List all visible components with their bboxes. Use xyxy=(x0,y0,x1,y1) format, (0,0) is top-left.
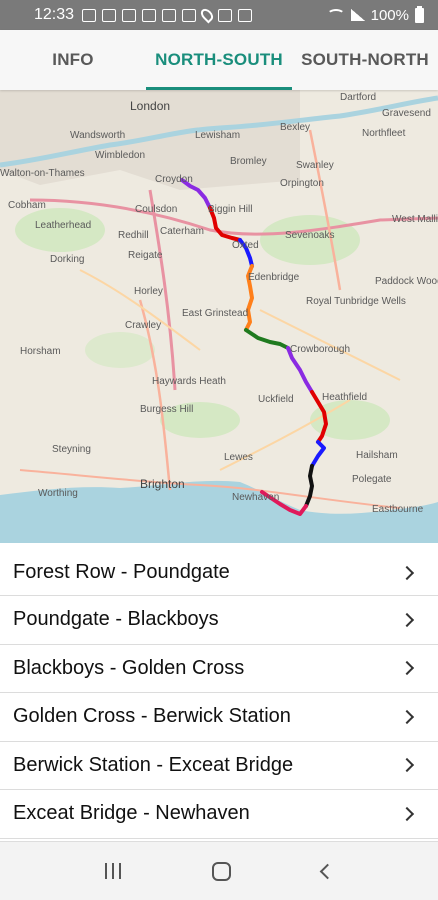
map-label-leatherhead: Leatherhead xyxy=(35,220,91,231)
route-item-label: Poundgate - Blackboys xyxy=(13,608,219,631)
map-label-newhaven: Newhaven xyxy=(232,492,279,503)
status-time: 12:33 xyxy=(34,6,75,23)
map-label-west-malling: West Malling xyxy=(392,214,438,225)
route-item-blackboys-golden-cross[interactable]: Blackboys - Golden Cross xyxy=(0,645,438,693)
tab-info-label: INFO xyxy=(52,50,94,69)
map-label-orpington: Orpington xyxy=(280,178,324,189)
tab-north-south[interactable]: NORTH-SOUTH xyxy=(146,30,292,90)
map-label-polegate: Polegate xyxy=(352,474,392,485)
route-item-golden-cross-berwick[interactable]: Golden Cross - Berwick Station xyxy=(0,693,438,742)
route-list: Forest Row - Poundgate Poundgate - Black… xyxy=(0,550,438,841)
notification-icons xyxy=(82,6,253,24)
map-label-lewisham: Lewisham xyxy=(195,130,240,141)
chevron-right-icon xyxy=(399,612,415,627)
map-label-swanley: Swanley xyxy=(296,160,334,171)
map-label-gravesend: Gravesend xyxy=(382,108,431,119)
map-label-croydon: Croydon xyxy=(155,174,193,185)
gallery-icon xyxy=(122,8,137,22)
map-label-edenbridge: Edenbridge xyxy=(248,272,300,283)
route-item-label: Forest Row - Poundgate xyxy=(13,561,230,583)
map-label-bexley: Bexley xyxy=(280,122,310,133)
m-notification-icon xyxy=(102,8,117,22)
calendar-icon xyxy=(162,8,177,22)
chevron-right-icon xyxy=(399,806,415,821)
mail-icon xyxy=(82,8,97,22)
tab-bar: INFO NORTH-SOUTH SOUTH-NORTH xyxy=(0,30,438,90)
signal-icon xyxy=(350,9,365,21)
chevron-right-icon xyxy=(399,661,415,676)
youtube-icon xyxy=(182,8,197,22)
home-icon[interactable] xyxy=(211,861,231,881)
status-bar: 12:33 100% xyxy=(0,0,438,30)
route-map[interactable]: London Wimbledon Croydon Coulsdon Biggin… xyxy=(0,90,438,543)
map-label-burgess-hill: Burgess Hill xyxy=(140,404,193,415)
system-icons: 100% xyxy=(326,0,424,30)
route-item-label: Exceat Bridge - Newhaven xyxy=(13,802,250,825)
map-label-london: London xyxy=(130,99,170,113)
map-label-dartford: Dartford xyxy=(340,92,376,103)
route-item-poundgate-blackboys[interactable]: Poundgate - Blackboys xyxy=(0,596,438,645)
map-label-heathfield: Heathfield xyxy=(322,392,367,403)
map-label-worthing: Worthing xyxy=(38,488,78,499)
chevron-right-icon xyxy=(399,565,415,580)
battery-percent: 100% xyxy=(370,6,409,24)
map-label-east-grinstead: East Grinstead xyxy=(182,308,248,319)
map-label-steyning: Steyning xyxy=(52,444,91,455)
back-icon[interactable] xyxy=(319,863,335,879)
route-item-exceat-newhaven[interactable]: Exceat Bridge - Newhaven xyxy=(0,790,438,839)
route-item-label: Golden Cross - Berwick Station xyxy=(13,705,291,728)
chevron-right-icon xyxy=(399,709,415,724)
map-label-lewes: Lewes xyxy=(224,452,253,463)
sim-icon xyxy=(238,8,253,22)
system-nav-bar xyxy=(0,841,438,900)
map-label-crawley: Crawley xyxy=(125,320,161,331)
map-label-tunbridge-wells: Royal Tunbridge Wells xyxy=(306,296,406,307)
battery-icon xyxy=(415,5,424,23)
map-label-northfleet: Northfleet xyxy=(362,128,406,139)
wifi-icon xyxy=(326,9,345,21)
map-label-eastbourne: Eastbourne xyxy=(372,504,424,515)
tab-info[interactable]: INFO xyxy=(0,30,146,90)
tab-south-north[interactable]: SOUTH-NORTH xyxy=(292,30,438,90)
location-icon xyxy=(198,6,216,24)
route-item-label: Berwick Station - Exceat Bridge xyxy=(13,753,294,776)
map-label-reigate: Reigate xyxy=(128,250,163,261)
map-label-horsham: Horsham xyxy=(20,346,61,357)
route-item-berwick-exceat[interactable]: Berwick Station - Exceat Bridge xyxy=(0,742,438,790)
recents-icon[interactable] xyxy=(105,863,122,879)
chevron-right-icon xyxy=(399,758,415,773)
map-label-oxted: Oxted xyxy=(232,240,259,251)
tab-south-north-label: SOUTH-NORTH xyxy=(301,50,429,69)
map-label-crowborough: Crowborough xyxy=(290,344,350,355)
map-label-coulsdon: Coulsdon xyxy=(135,204,177,215)
map-label-paddock-wood: Paddock Wood xyxy=(375,276,438,287)
news-icon xyxy=(142,8,157,22)
map-label-brighton: Brighton xyxy=(140,477,185,491)
excel-icon xyxy=(218,8,233,22)
tab-north-south-label: NORTH-SOUTH xyxy=(155,50,283,69)
map-label-dorking: Dorking xyxy=(50,254,84,265)
route-item-forest-row-poundgate[interactable]: Forest Row - Poundgate xyxy=(0,550,438,596)
map-label-wimbledon: Wimbledon xyxy=(95,150,145,161)
map-label-caterham: Caterham xyxy=(160,226,204,237)
map-label-biggin-hill: Biggin Hill xyxy=(208,204,252,215)
map-label-bromley: Bromley xyxy=(230,156,267,167)
map-label-hailsham: Hailsham xyxy=(356,450,398,461)
map-label-sevenoaks: Sevenoaks xyxy=(285,230,334,241)
map-label-walton: Walton-on-Thames xyxy=(0,168,85,179)
map-canvas[interactable]: London Wimbledon Croydon Coulsdon Biggin… xyxy=(0,90,438,543)
map-label-wandsworth: Wandsworth xyxy=(70,130,125,141)
map-label-horley: Horley xyxy=(134,286,163,297)
map-label-haywards-heath: Haywards Heath xyxy=(152,376,226,387)
map-label-uckfield: Uckfield xyxy=(258,394,294,405)
route-item-label: Blackboys - Golden Cross xyxy=(13,656,245,679)
map-label-cobham: Cobham xyxy=(8,200,46,211)
map-label-redhill: Redhill xyxy=(118,230,149,241)
